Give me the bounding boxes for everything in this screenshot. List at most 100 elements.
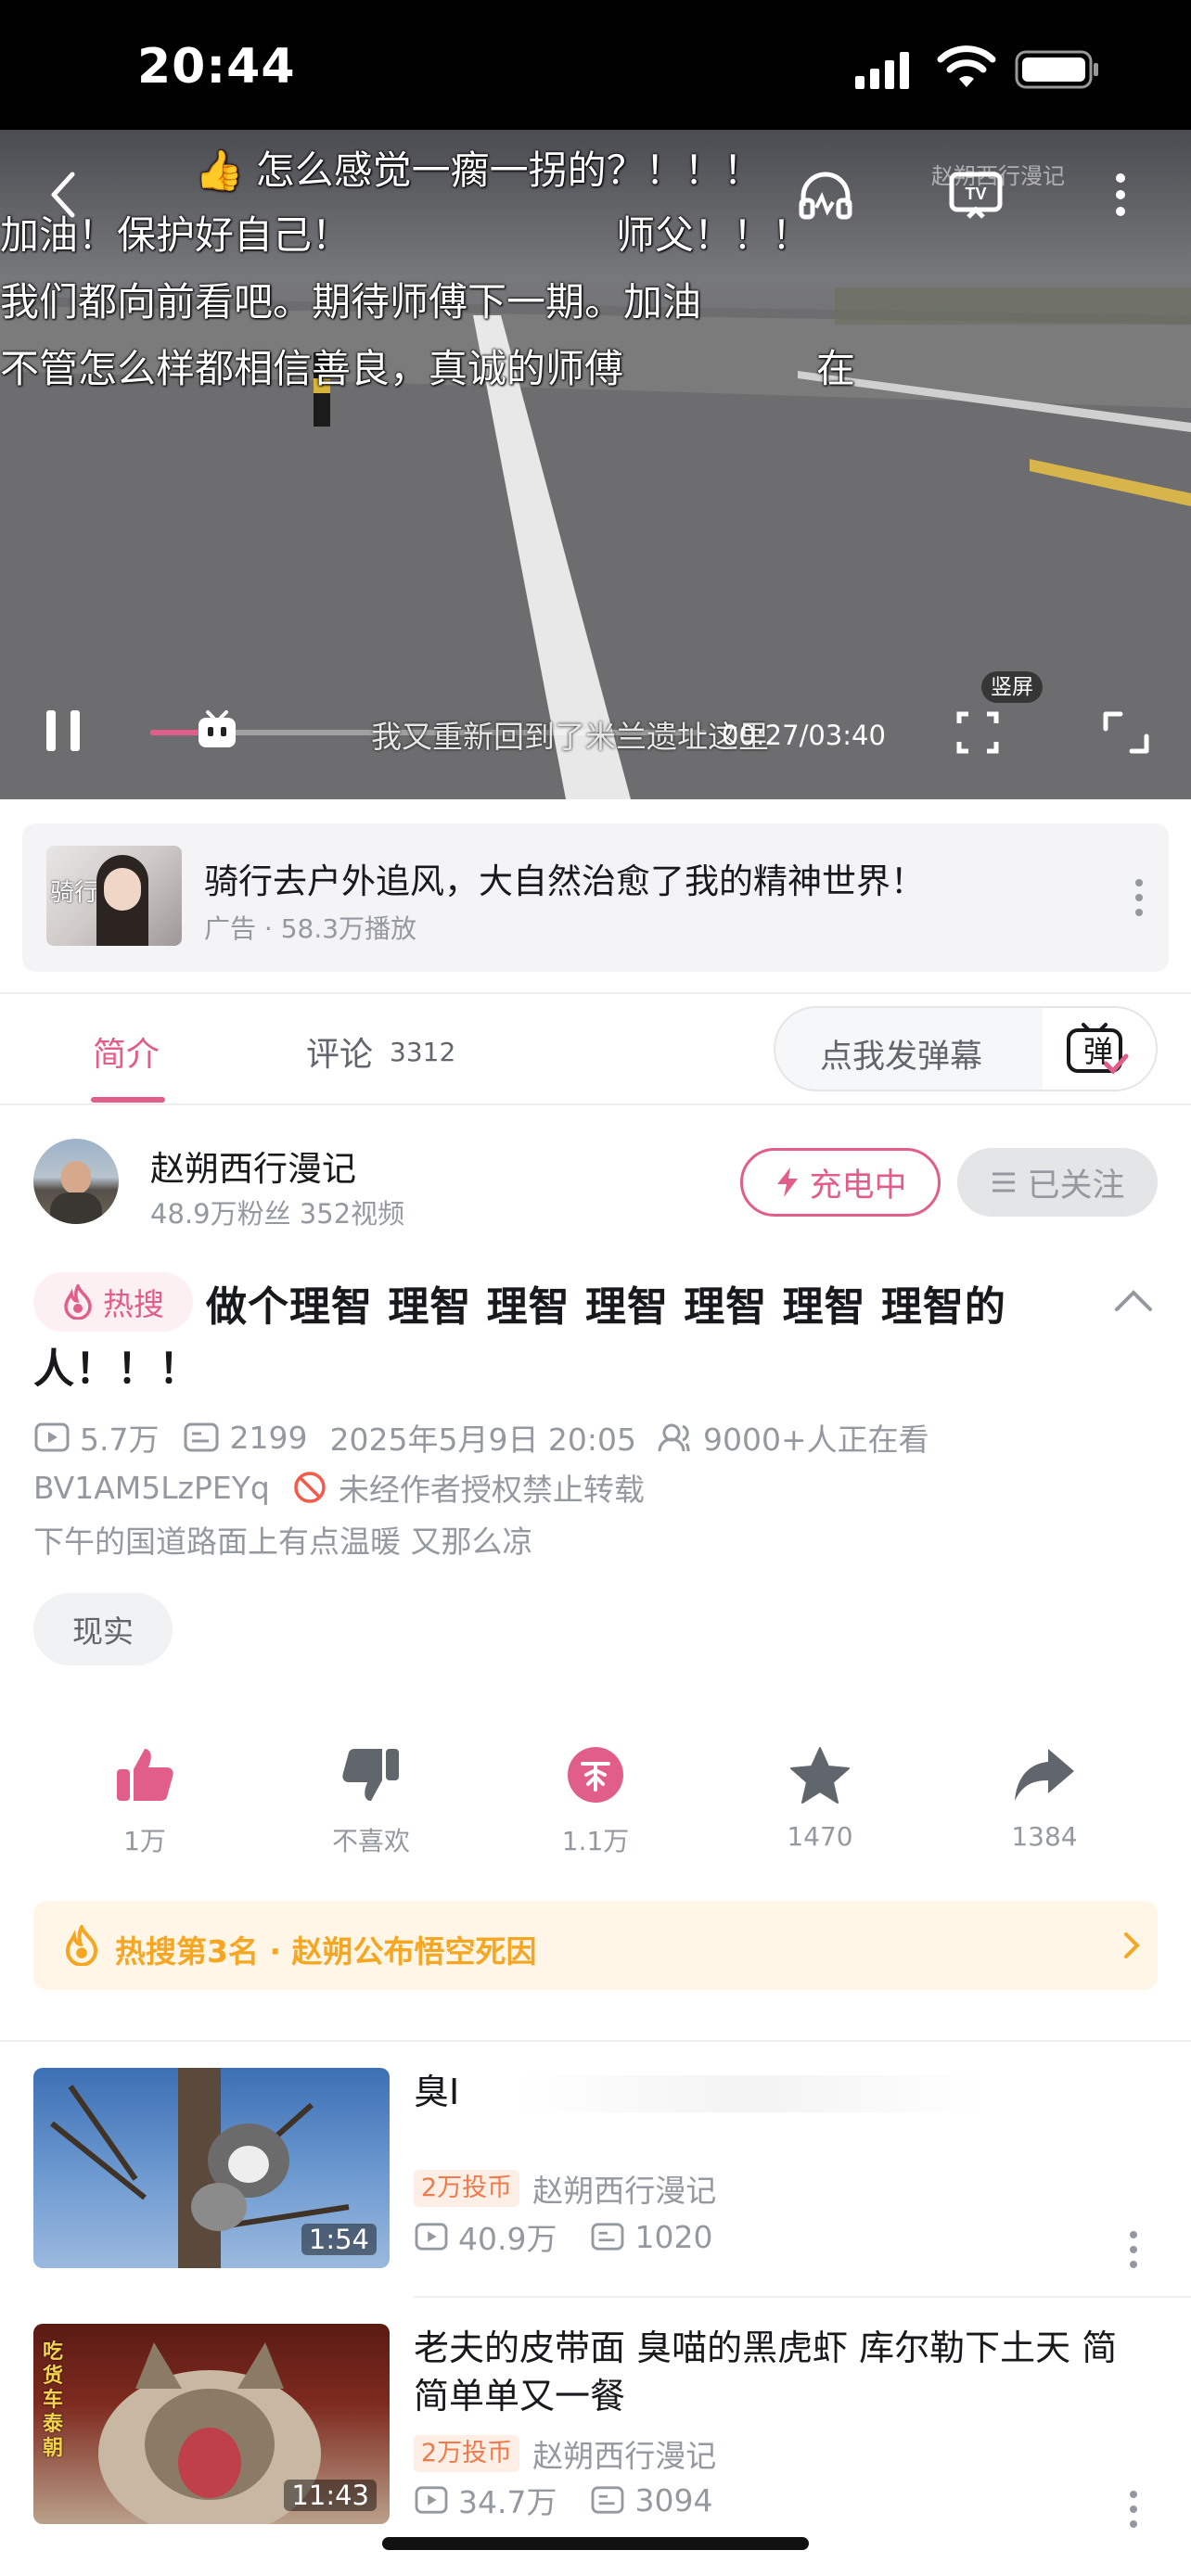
danmaku-item: 加油！保护好自己！ [0,212,352,258]
related-uploader[interactable]: 赵朔西行漫记 [532,2431,716,2476]
coin-button[interactable]: 1.1万 [521,1745,670,1858]
like-button[interactable]: 1万 [70,1745,219,1858]
share-count: 1384 [1011,1821,1078,1852]
avatar-body [50,1192,102,1224]
favorite-count: 1470 [787,1821,853,1852]
related-danmaku-count: 1020 [634,2218,713,2255]
more-options-icon[interactable] [1124,2222,1143,2277]
tab-comments-label: 评论 [306,1036,374,1074]
thumb-overlay-text: 吃货车泰朝 [43,2340,64,2460]
ad-thumb-face [104,868,141,911]
publish-date: 2025年5月9日 20:05 [329,1422,637,1458]
danmaku-toggle-text: 弹 [1083,1034,1114,1069]
avatar-face [61,1161,91,1194]
video-id-row: BV1AM5LzPEYq 未经作者授权禁止转载 [33,1465,645,1510]
related-video-card[interactable]: 1:54 臭I 2万投币 赵朔西行漫记 40.9万 1020 [0,2066,1191,2270]
menu-lines-icon [992,1172,1016,1192]
thumbs-down-icon [342,1749,399,1801]
ad-more-icon[interactable] [1130,875,1148,920]
video-duration: 1:54 [301,2224,377,2255]
related-video-card[interactable]: 吃货车泰朝 11:43 老夫的皮带面 臭喵的黑虎虾 库尔勒下土天 简简单单又一餐… [0,2324,1191,2528]
like-count: 1万 [123,1826,166,1856]
watching-count: 9000+人正在看 [703,1422,929,1458]
related-uploader[interactable]: 赵朔西行漫记 [532,2166,716,2211]
follow-button[interactable]: 已关注 [957,1148,1158,1217]
divider [0,2040,1191,2042]
status-bar: 20:44 [0,0,1191,130]
coin-icon [568,1747,623,1803]
hot-badge-label: 热搜 [103,1286,164,1322]
share-button[interactable]: 1384 [970,1745,1119,1852]
uploader-stats: 48.9万粉丝 352视频 [150,1198,405,1230]
hot-rank-banner[interactable]: 热搜第3名 · 赵朔公布悟空死因 [33,1901,1158,1990]
coin-badge: 2万投币 [414,2170,520,2207]
collapse-chevron-icon[interactable] [1113,1287,1154,1315]
related-stats-row: 34.7万 3094 [414,2478,712,2522]
ad-subtitle: 广告 · 58.3万播放 [204,913,417,944]
related-danmaku-count: 3094 [634,2481,713,2519]
view-count: 5.7万 [80,1422,160,1458]
bvid[interactable]: BV1AM5LzPEYq [33,1470,270,1506]
video-player[interactable]: 👍 怎么感觉一瘸一拐的？！！！ 赵朔西行漫记 TV 加油！保护好自己！ 师父！！… [0,130,1191,799]
video-subtitle: 我又重新回到了米兰遗址这里 [371,719,769,755]
follow-label: 已关注 [1027,1167,1125,1205]
pause-icon[interactable] [33,701,93,760]
divider [414,2296,1191,2298]
star-icon [790,1747,850,1804]
chevron-right-icon [1124,1932,1140,1958]
share-arrow-icon [1015,1749,1074,1801]
charge-button[interactable]: 充电中 [740,1148,941,1217]
video-meta-row: 5.7万 2199 2025年5月9日 20:05 9000+人正在看 [33,1415,929,1460]
fullscreen-icon[interactable] [1096,703,1156,762]
play-count-icon [34,1422,70,1452]
flame-icon [65,1925,98,1966]
uploader-name[interactable]: 赵朔西行漫记 [150,1141,356,1191]
tab-intro[interactable]: 简介 [93,1027,160,1076]
danmaku-count-icon [592,2486,624,2514]
ad-card[interactable]: 骑行 骑行去户外追风，大自然治愈了我的精神世界！ 广告 · 58.3万播放 [22,823,1169,972]
svg-text:TV: TV [965,185,986,203]
status-time: 20:44 [137,39,296,95]
danmaku-count-icon [592,2223,624,2251]
danmaku-item: 我们都向前看吧。期待师傅下一期。加油 [0,279,702,325]
related-video-title: 老夫的皮带面 臭喵的黑虎虾 库尔勒下土天 简简单单又一餐 [414,2327,1118,2417]
video-title: 做个理智 理智 理智 理智 理智 理智 理智的 [206,1283,1006,1331]
cellular-signal-icon [855,52,909,89]
coin-badge: 2万投币 [414,2435,520,2472]
tab-active-indicator [91,1097,165,1103]
ad-title: 骑行去户外追风，大自然治愈了我的精神世界！ [204,861,925,901]
video-title-continued: 人！！！ [33,1345,200,1393]
related-meta-row: 2万投币 赵朔西行漫记 [414,2166,716,2211]
home-indicator[interactable] [382,2537,809,2550]
more-options-icon[interactable] [1124,2481,1143,2537]
portrait-fullscreen-icon[interactable] [948,703,1007,762]
dislike-button[interactable]: 不喜欢 [297,1745,445,1858]
related-video-thumbnail: 1:54 [33,2068,390,2268]
hot-search-badge[interactable]: 热搜 [33,1272,193,1332]
more-options-icon[interactable] [1098,165,1143,224]
favorite-button[interactable]: 1470 [746,1745,894,1852]
battery-icon [1015,50,1098,89]
portrait-mode-label: 竖屏 [981,671,1043,703]
wifi-icon [937,45,996,87]
avatar[interactable] [33,1139,119,1224]
related-meta-row: 2万投币 赵朔西行漫记 [414,2431,716,2476]
related-view-count: 40.9万 [458,2221,557,2257]
video-duration: 11:43 [284,2480,377,2511]
cast-tv-icon[interactable]: TV [946,165,1005,224]
danmaku-toggle-button[interactable]: 弹 [1043,1008,1156,1090]
danmaku-item: 在 [816,346,856,391]
related-stats-row: 40.9万 1020 [414,2214,712,2259]
danmaku-count: 2199 [229,1419,308,1456]
related-video-thumbnail: 吃货车泰朝 11:43 [33,2324,390,2524]
time-display: 00:27/03:40 [722,720,886,751]
tab-comments[interactable]: 评论 3312 [306,1027,455,1076]
play-count-icon [415,2223,448,2251]
ad-thumb-text: 骑行 [50,879,99,907]
video-description: 下午的国道路面上有点温暖 又那么凉 [33,1524,533,1560]
charge-label: 充电中 [809,1167,907,1205]
progress-thumb-tv-icon[interactable] [195,708,239,753]
danmaku-input[interactable]: 点我发弹幕 弹 [774,1006,1158,1091]
video-tag[interactable]: 现实 [33,1593,173,1665]
forbidden-icon [294,1472,326,1503]
